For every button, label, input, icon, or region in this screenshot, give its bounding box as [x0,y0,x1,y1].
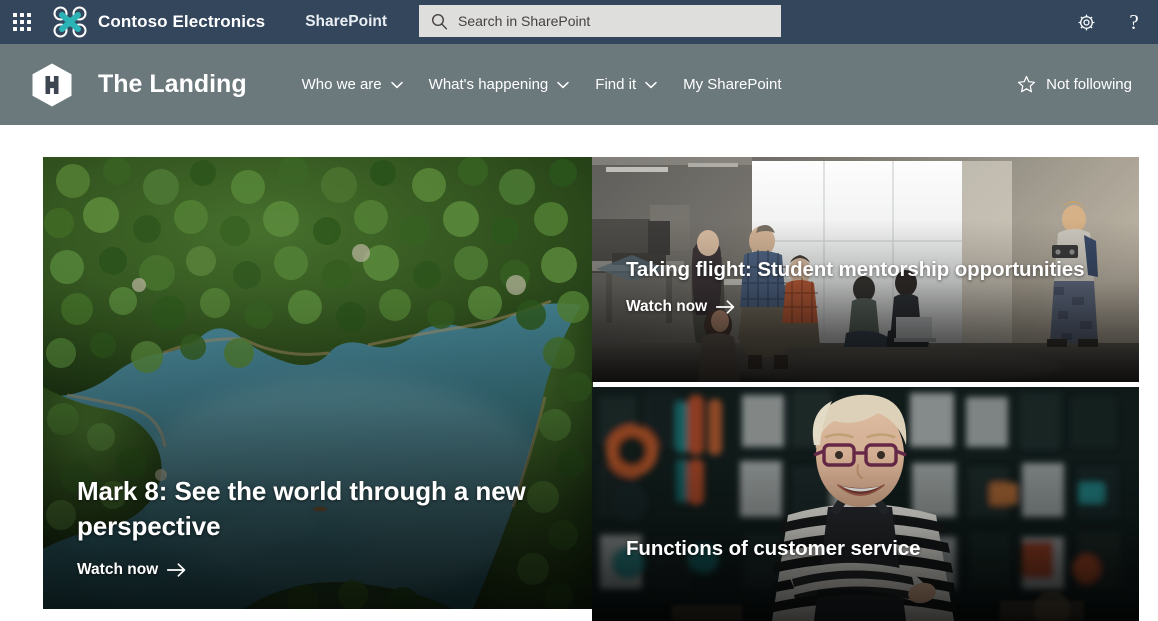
search-icon [431,13,448,30]
search-box[interactable] [419,5,781,37]
hero-tile-caption: Functions of customer service [592,536,1139,591]
follow-button-label: Not following [1046,76,1132,93]
hero-tile-caption: Taking flight: Student mentorship opport… [592,257,1139,344]
nav-item-who-we-are[interactable]: Who we are [289,65,416,105]
hero-tile-main[interactable]: Mark 8: See the world through a new pers… [43,157,593,609]
app-launcher-waffle-icon[interactable] [0,0,44,44]
chevron-down-icon [390,81,403,88]
nav-item-whats-happening[interactable]: What's happening [416,65,583,105]
waffle-dot [27,20,31,24]
hero-tile-headline: Taking flight: Student mentorship opport… [626,258,1085,282]
suite-actions: ? [1062,0,1158,44]
nav-item-label: Find it [595,76,637,93]
chevron-down-icon [645,81,657,88]
hero-tile-cta-label: Watch now [626,298,708,315]
hero-tile-headline: Functions of customer service [626,537,921,561]
hero-tile-bottom-right[interactable]: Functions of customer service [592,387,1139,621]
waffle-dot [27,13,31,17]
waffle-dot [13,20,17,24]
hero-tile-headline: Mark 8: See the world through a new pers… [77,476,526,541]
chevron-down-icon [557,81,570,88]
waffle-dot [13,27,17,31]
follow-button[interactable]: Not following [1009,69,1140,100]
waffle-dot [20,13,24,17]
hero-tile-cta[interactable]: Watch now [77,561,186,579]
search-input[interactable] [458,13,758,29]
hero-web-part: Mark 8: See the world through a new pers… [43,157,1139,621]
nav-item-label: My SharePoint [683,76,782,93]
nav-item-label: What's happening [428,76,549,93]
tenant-name[interactable]: Contoso Electronics [98,12,265,32]
hero-tile-caption: Mark 8: See the world through a new pers… [43,474,593,609]
arrow-right-icon [716,300,735,314]
hero-tile-top-right[interactable]: Taking flight: Student mentorship opport… [592,157,1139,382]
arrow-right-icon [167,563,186,577]
suite-bar: Contoso Electronics SharePoint ? [0,0,1158,44]
contoso-drone-logo-icon[interactable] [50,0,90,44]
nav-item-label: Who we are [301,76,382,93]
site-header: The Landing Who we are What's happening … [0,44,1158,125]
hero-tile-cta[interactable]: Watch now [626,298,735,316]
suite-brand-sharepoint[interactable]: SharePoint [305,13,387,31]
nav-item-find-it[interactable]: Find it [582,65,670,105]
waffle-dot [13,13,17,17]
hero-tile-cta-label: Watch now [77,561,159,578]
gear-icon[interactable] [1062,0,1110,44]
waffle-grid [13,13,31,31]
site-title[interactable]: The Landing [98,70,247,99]
question-mark-icon[interactable]: ? [1110,0,1158,44]
hexagon-h-logo-icon[interactable] [28,61,76,109]
site-navigation: Who we are What's happening Find it My S… [289,44,795,125]
star-outline-icon [1018,75,1036,93]
waffle-dot [20,27,24,31]
nav-item-my-sharepoint[interactable]: My SharePoint [670,65,794,105]
waffle-dot [20,20,24,24]
waffle-dot [27,27,31,31]
